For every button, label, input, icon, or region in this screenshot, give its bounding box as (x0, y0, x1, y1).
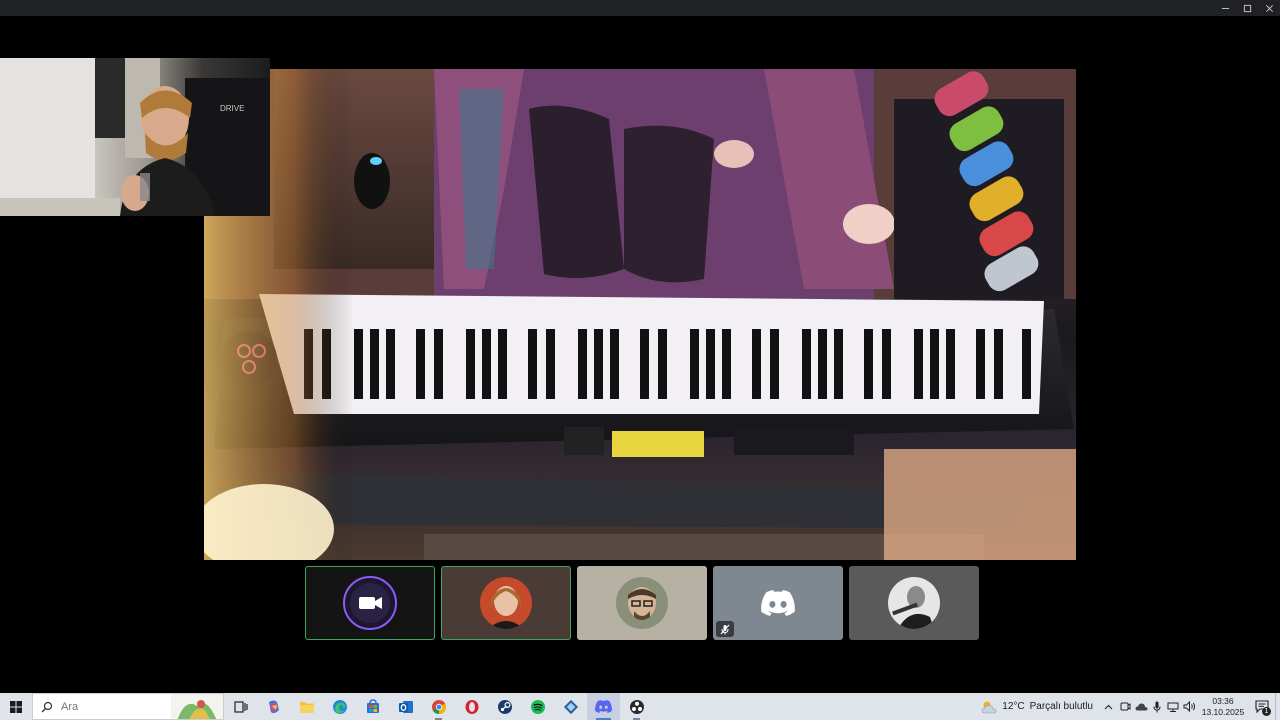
main-stream-video[interactable] (204, 69, 1076, 560)
participant-avatar (480, 577, 532, 629)
clock[interactable]: 03:36 13.10.2025 (1201, 693, 1245, 720)
discord-icon (595, 700, 612, 713)
meet-now-icon (1120, 702, 1130, 711)
notification-center-button[interactable]: 1 (1249, 693, 1275, 720)
weather-widget[interactable]: 12°C Parçalı bulutlu (975, 693, 1099, 720)
app-window: DRIVE Ara 12°C Parçalı bulutlu 03:36 13.… (0, 0, 1280, 720)
title-bar (0, 0, 1280, 16)
search-input[interactable] (61, 700, 161, 713)
participant-avatar (888, 577, 940, 629)
stream-frame-image (204, 69, 1076, 560)
edge-icon (332, 699, 347, 714)
network-button[interactable] (1165, 693, 1181, 720)
show-hidden-icons-button[interactable] (1099, 693, 1117, 720)
obs-icon (629, 699, 644, 714)
spotify-button[interactable] (521, 693, 554, 720)
cloud-icon (1135, 703, 1147, 711)
svg-text:DRIVE: DRIVE (220, 104, 244, 113)
system-tray: 12°C Parçalı bulutlu 03:36 13.10.2025 1 (975, 693, 1280, 720)
store-icon (366, 698, 379, 713)
copilot-icon (268, 700, 279, 713)
taskbar-search[interactable] (32, 693, 224, 720)
maximize-icon (1243, 4, 1251, 12)
volume-button[interactable] (1181, 693, 1197, 720)
mic-muted-icon (720, 624, 730, 634)
microphone-button[interactable] (1149, 693, 1165, 720)
diamond-app-button[interactable] (554, 693, 587, 720)
participant-tile-2[interactable] (441, 566, 571, 640)
window-controls (1214, 0, 1280, 16)
discord-logo-icon (761, 590, 795, 616)
file-explorer-button[interactable] (290, 693, 323, 720)
clock-date: 13.10.2025 (1201, 706, 1245, 717)
show-desktop-button[interactable] (1275, 693, 1280, 720)
weather-temp: 12°C (1002, 701, 1025, 712)
participant-tile-camera[interactable] (305, 566, 435, 640)
diamond-app-icon (563, 699, 578, 714)
minimize-icon (1221, 7, 1229, 9)
microphone-icon (1153, 701, 1161, 712)
onedrive-button[interactable] (1133, 693, 1149, 720)
muted-badge (716, 621, 734, 637)
participant-tile-3[interactable] (577, 566, 707, 640)
opera-icon (465, 699, 478, 714)
chevron-up-icon (1104, 704, 1112, 709)
outlook-button[interactable] (389, 693, 422, 720)
speaker-icon (1183, 701, 1195, 712)
weather-cloud-icon (981, 701, 997, 713)
close-icon (1265, 4, 1273, 12)
clock-time: 03:36 (1212, 695, 1234, 706)
task-view-icon (233, 700, 248, 713)
weather-condition: Parçalı bulutlu (1029, 701, 1093, 712)
participant-avatar (616, 577, 668, 629)
participant-tile-4[interactable] (713, 566, 843, 640)
opera-button[interactable] (455, 693, 488, 720)
chrome-icon (431, 699, 446, 714)
spotify-icon (530, 699, 545, 714)
store-button[interactable] (356, 693, 389, 720)
steam-icon (497, 699, 512, 714)
maximize-button[interactable] (1236, 0, 1258, 16)
outlook-icon (398, 700, 413, 713)
copilot-button[interactable] (257, 693, 290, 720)
close-button[interactable] (1258, 0, 1280, 16)
taskbar: 12°C Parçalı bulutlu 03:36 (0, 693, 1280, 720)
chrome-button[interactable] (422, 693, 455, 720)
video-camera-icon (343, 576, 397, 630)
webcam-overlay[interactable]: DRIVE (0, 58, 270, 216)
tray-app-button[interactable] (1117, 693, 1133, 720)
minimize-button[interactable] (1214, 0, 1236, 16)
obs-button[interactable] (620, 693, 653, 720)
steam-button[interactable] (488, 693, 521, 720)
discord-button[interactable] (587, 693, 620, 720)
notification-count: 1 (1262, 707, 1271, 716)
folder-icon (299, 701, 314, 713)
start-button[interactable] (0, 693, 32, 720)
participant-tiles (305, 566, 979, 640)
taskbar-apps (224, 693, 653, 720)
windows-logo-icon (10, 700, 22, 713)
search-highlight-image (171, 694, 223, 719)
task-view-button[interactable] (224, 693, 257, 720)
webcam-image: DRIVE (0, 58, 270, 216)
participant-tile-5[interactable] (849, 566, 979, 640)
edge-button[interactable] (323, 693, 356, 720)
search-icon (41, 701, 53, 712)
network-icon (1167, 702, 1179, 712)
